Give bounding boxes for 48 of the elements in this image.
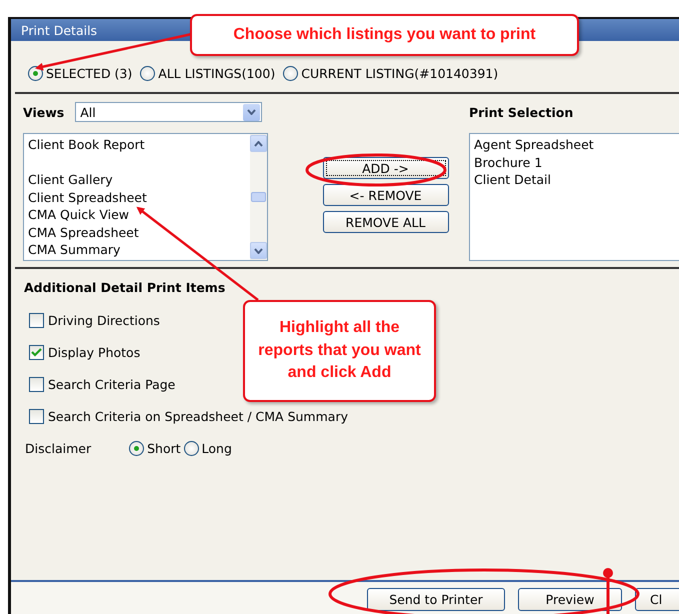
- checkbox-label[interactable]: Driving Directions: [48, 312, 160, 328]
- scroll-up-icon[interactable]: [250, 135, 267, 152]
- radio-button[interactable]: [283, 66, 298, 81]
- radio-label[interactable]: Long: [202, 440, 232, 456]
- scroll-thumb[interactable]: [251, 192, 266, 202]
- list-item[interactable]: CMA Quick View: [28, 206, 246, 224]
- checkbox-label[interactable]: Display Photos: [48, 344, 140, 360]
- checkbox-label[interactable]: Search Criteria Page: [48, 376, 176, 392]
- scroll-down-icon[interactable]: [250, 242, 267, 259]
- checkbox[interactable]: [29, 344, 44, 360]
- transfer-button[interactable]: ADD ->: [322, 157, 448, 179]
- section-heading: Additional Detail Print Items: [24, 280, 226, 297]
- checkbox-label[interactable]: Search Criteria on Spreadsheet / CMA Summary: [48, 408, 348, 424]
- callout-note: Highlight all the reports that you want and click Add: [243, 300, 436, 402]
- list-item[interactable]: Agent Spreadsheet: [474, 136, 679, 154]
- list-item[interactable]: Brochure 1: [474, 154, 679, 171]
- radio-button[interactable]: [184, 440, 199, 456]
- list-item[interactable]: CMA Summary: [28, 241, 246, 258]
- footer-button[interactable]: Cl: [635, 588, 679, 611]
- radio-button[interactable]: [28, 66, 43, 81]
- footer-button[interactable]: Send to Printer: [367, 588, 505, 611]
- list-item[interactable]: Client Detail: [474, 171, 679, 188]
- radio-button[interactable]: [129, 440, 144, 456]
- transfer-button[interactable]: <- REMOVE: [322, 184, 448, 206]
- print-selection-label: Print Selection: [469, 104, 574, 120]
- footer-button[interactable]: Preview: [518, 588, 622, 611]
- radio-label[interactable]: CURRENT LISTING(#10140391): [301, 66, 498, 81]
- dropdown-value: All: [80, 104, 96, 120]
- views-dropdown[interactable]: All: [75, 102, 262, 122]
- radio-label[interactable]: SELECTED (3): [46, 66, 132, 81]
- list-item[interactable]: Client Gallery: [28, 154, 246, 188]
- transfer-button[interactable]: REMOVE ALL: [322, 211, 448, 233]
- list-item[interactable]: Client Book Report: [28, 136, 246, 154]
- report-list[interactable]: Client Book Report Client Gallery Client Spreadsheet CMA Quick View CMA Spreadsheet CMA Summary: [23, 133, 268, 261]
- radio-label[interactable]: Short: [147, 440, 181, 456]
- window-title: Print Details: [21, 22, 98, 38]
- print-selection-list[interactable]: Agent Spreadsheet Brochure 1 Client Detail: [469, 133, 679, 261]
- radio-button[interactable]: [140, 66, 156, 81]
- checkbox[interactable]: [29, 376, 44, 392]
- list-item[interactable]: Client Spreadsheet: [28, 188, 246, 206]
- pointer-line: [603, 568, 613, 614]
- list-item[interactable]: CMA Spreadsheet: [28, 224, 246, 241]
- checkbox[interactable]: [29, 312, 44, 328]
- disclaimer-label: Disclaimer: [25, 440, 92, 456]
- radio-label[interactable]: ALL LISTINGS(100): [158, 66, 276, 81]
- views-label: Views: [23, 104, 64, 120]
- callout-note: Choose which listings you want to print: [190, 14, 579, 56]
- checkbox[interactable]: [29, 408, 44, 424]
